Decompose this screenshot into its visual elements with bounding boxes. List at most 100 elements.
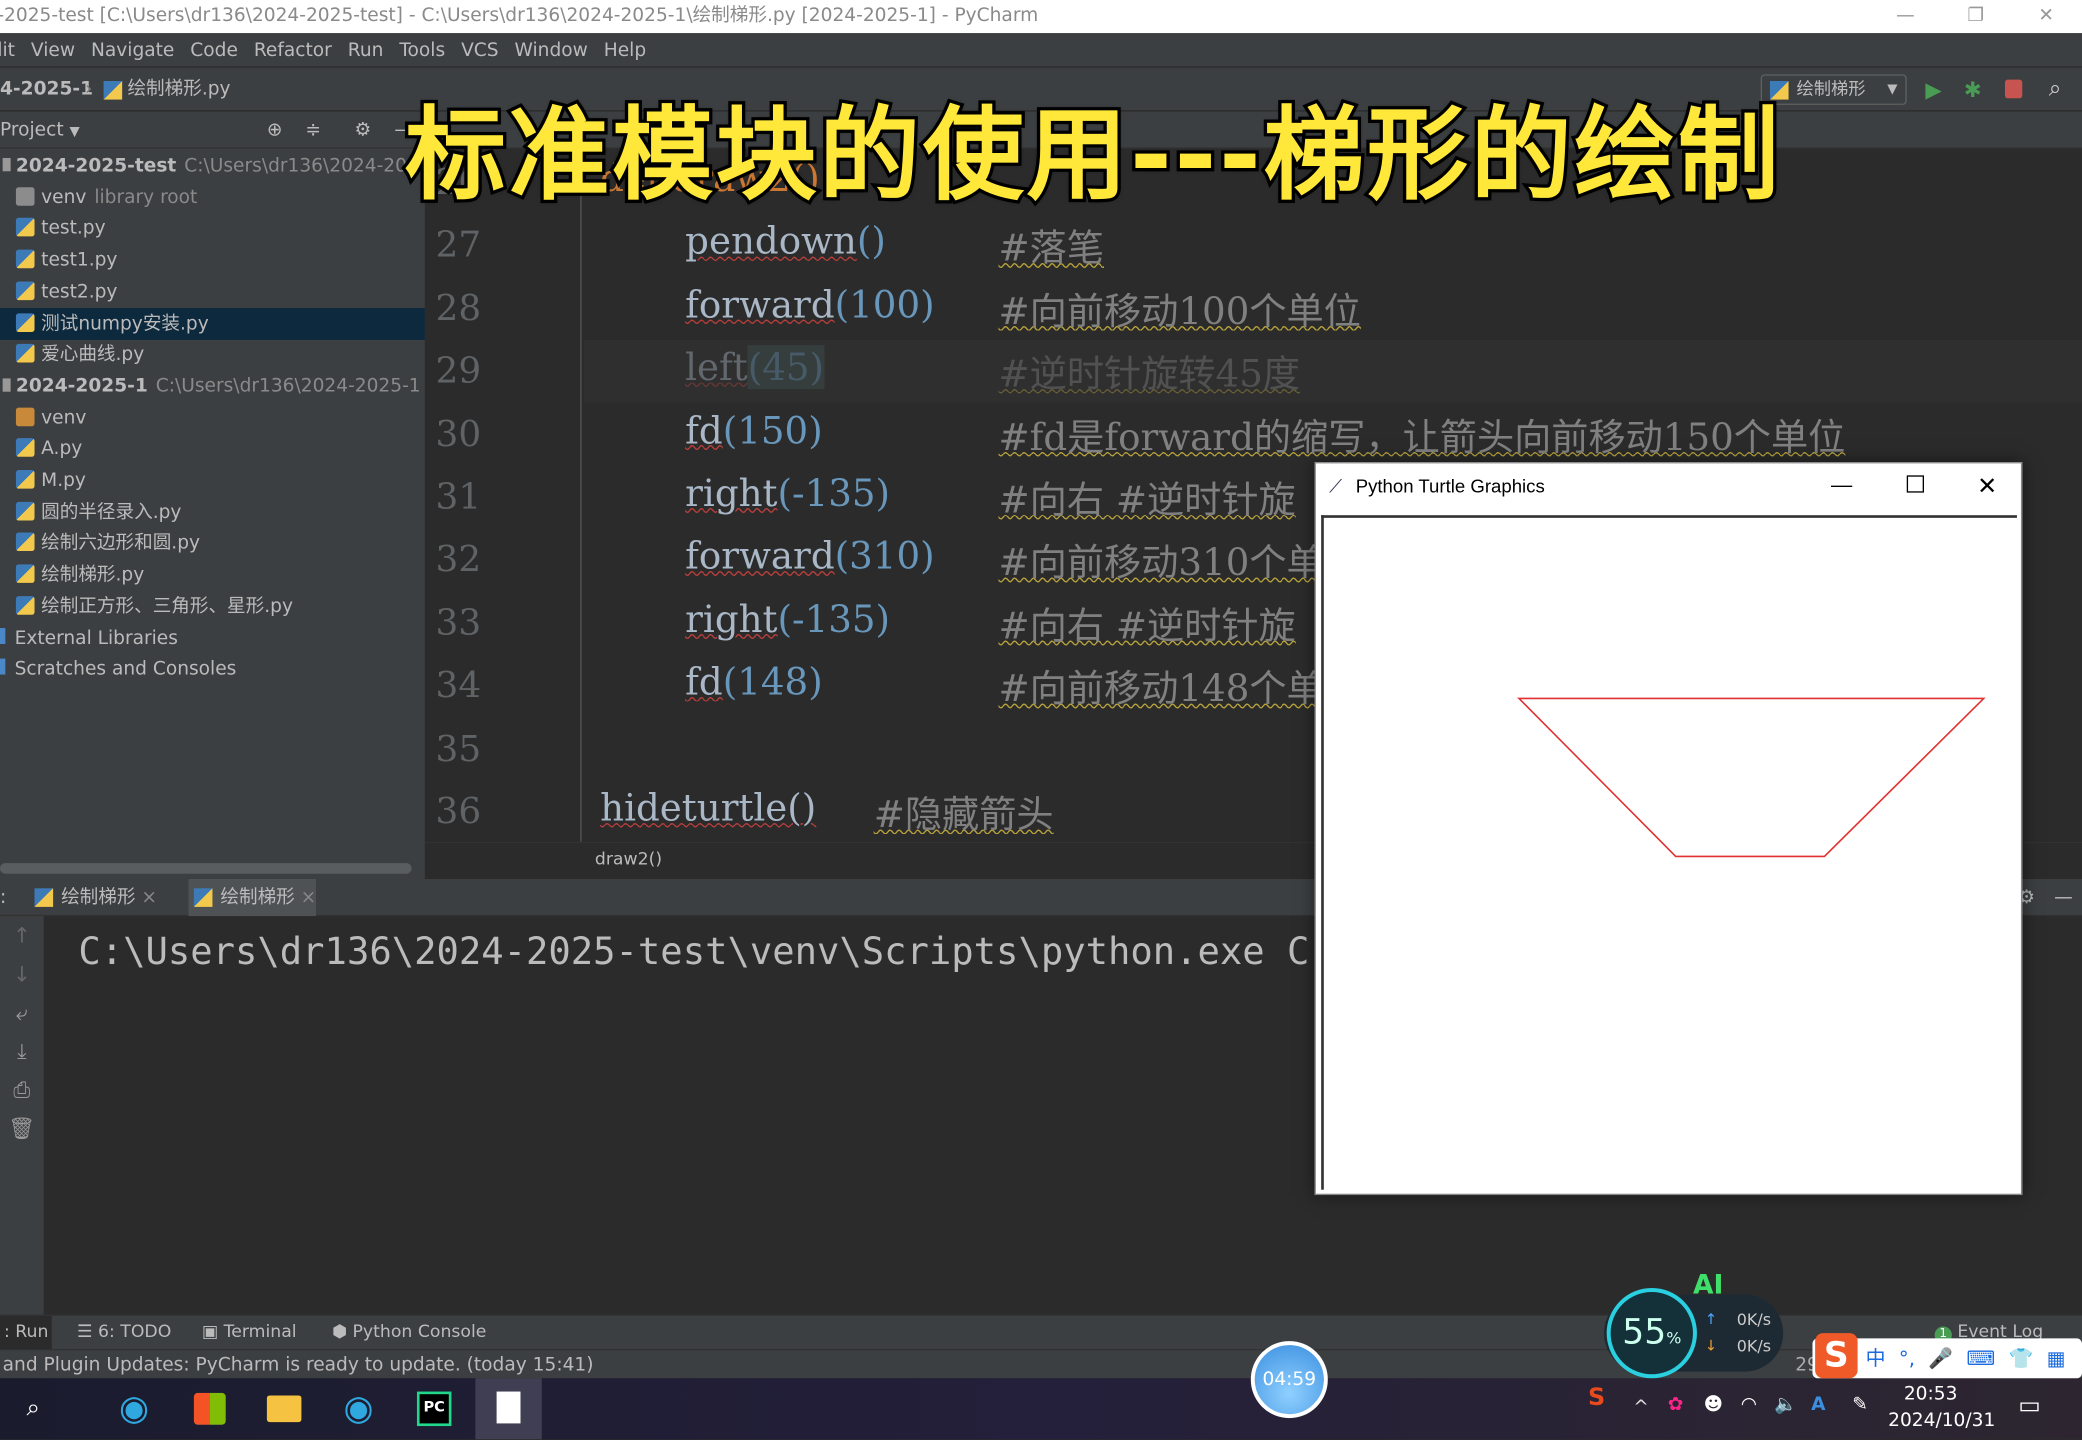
collapse-icon[interactable]: ≑ [305, 112, 321, 149]
timer-bubble[interactable]: 04:59 [1250, 1341, 1328, 1419]
code-line[interactable]: forward(100) [685, 283, 934, 327]
menu-refactor[interactable]: Refactor [254, 40, 332, 61]
ime-button[interactable]: ▦ [2047, 1346, 2066, 1370]
sogou-logo-icon[interactable]: S [1815, 1333, 1858, 1379]
tray-a-icon[interactable]: A [1811, 1394, 1825, 1415]
store-icon[interactable] [187, 1386, 232, 1431]
wifi-icon[interactable]: ◠ [1741, 1394, 1757, 1415]
code-line[interactable]: fd(150) [685, 408, 823, 452]
search-icon[interactable]: ⌕ [2049, 68, 2062, 112]
menu-vcs[interactable]: VCS [461, 40, 499, 61]
ai-badge[interactable]: AI [1693, 1268, 1723, 1300]
search-icon[interactable]: ⌕ [11, 1386, 56, 1431]
debug-icon[interactable]: ✱ [1964, 68, 1982, 112]
notepad-icon[interactable] [475, 1378, 542, 1440]
nav-file[interactable]: 绘制梯形.py [127, 68, 230, 112]
print-icon[interactable]: ⎙ [0, 1070, 44, 1109]
python-console-tool-button[interactable]: ⬢ Python Console [332, 1316, 486, 1351]
menu-run[interactable]: Run [348, 40, 384, 61]
project-view-select[interactable]: Project [0, 120, 64, 141]
pen-icon[interactable]: ✎ [1852, 1394, 1868, 1415]
menu-code[interactable]: Code [190, 40, 238, 61]
project-tree-item[interactable]: 绘制六边形和圆.py [0, 528, 425, 560]
project-tree-item[interactable]: test.py [0, 213, 425, 245]
project-tree-item[interactable]: 爱心曲线.py [0, 339, 425, 371]
clock-date[interactable]: 2024/10/31 [1888, 1410, 1995, 1431]
menu-view[interactable]: View [31, 40, 75, 61]
project-tree-item[interactable]: 圆的半径录入.py [0, 496, 425, 528]
pycharm-icon[interactable]: PC [412, 1386, 457, 1431]
arrow-down-icon[interactable]: ↓ [0, 955, 44, 994]
project-tree-item[interactable]: test2.py [0, 276, 425, 308]
nav-project[interactable]: 4-2025-1 [0, 68, 93, 112]
project-tree-item[interactable]: 测试numpy安装.py [0, 307, 425, 340]
minimize-button[interactable]: — [1831, 463, 1852, 508]
project-tree-item[interactable]: test1.py [0, 244, 425, 276]
project-tree-item[interactable]: venv [0, 402, 425, 434]
menu-tools[interactable]: Tools [399, 40, 445, 61]
project-tree-item[interactable]: 2024-2025-test C:\Users\dr136\2024-2025- [0, 150, 437, 182]
chevron-up-icon[interactable]: ^ [1633, 1397, 1649, 1418]
qq-icon[interactable]: ☻ [1704, 1394, 1723, 1415]
maximize-button[interactable] [1906, 475, 1924, 493]
project-tree-item[interactable]: M.py [0, 465, 425, 497]
turtle-canvas[interactable] [1321, 515, 2017, 1190]
arrow-up-icon[interactable]: ↑ [0, 916, 44, 955]
comment-wrapper: #隐藏箭头 [874, 786, 1054, 839]
project-tree-item[interactable]: 2024-2025-1 C:\Users\dr136\2024-2025-1 [0, 370, 425, 402]
code-line[interactable]: fd(148) [685, 660, 823, 704]
project-tree-item[interactable]: A.py [0, 433, 425, 465]
volume-icon[interactable]: 🔈 [1774, 1394, 1797, 1415]
todo-tool-button[interactable]: ☰ 6: TODO [77, 1316, 171, 1351]
menu-lit[interactable]: lit [0, 40, 15, 61]
locate-icon[interactable]: ⊕ [267, 112, 283, 149]
minimize-button[interactable]: — [1872, 0, 1938, 33]
menu-navigate[interactable]: Navigate [91, 40, 174, 61]
code-line[interactable]: hideturtle() [600, 786, 816, 830]
code-line[interactable]: forward(310) [685, 534, 934, 578]
hide-icon[interactable]: — [2054, 879, 2073, 916]
restore-button[interactable]: ❐ [1943, 0, 2009, 33]
status-message[interactable]: and Plugin Updates: PyCharm is ready to … [3, 1350, 594, 1379]
scroll-to-end-icon[interactable]: ⤓ [0, 1032, 44, 1071]
run-tab[interactable]: 绘制梯形 × [29, 879, 157, 916]
ime-button[interactable]: 🎤 [1928, 1346, 1953, 1370]
run-config-select[interactable]: 绘制梯形 ▼ [1760, 74, 1907, 105]
gear-icon[interactable]: ⚙ [355, 112, 372, 149]
code-line[interactable]: right(-135) [685, 471, 890, 515]
project-tree-item[interactable]: venv library root [0, 181, 425, 213]
code-call: fd [685, 408, 723, 453]
edge-icon[interactable]: ◉ [336, 1386, 381, 1431]
soft-wrap-icon[interactable]: ⤶ [0, 993, 44, 1032]
stop-icon[interactable] [2004, 79, 2023, 99]
file-explorer-icon[interactable] [262, 1386, 307, 1431]
ime-button[interactable]: 中 [1866, 1346, 1886, 1370]
close-button[interactable]: ✕ [1977, 463, 1997, 508]
code-line[interactable]: right(-135) [685, 597, 890, 641]
code-line[interactable]: pendown() [685, 220, 886, 264]
ime-button[interactable]: ⌨ [1966, 1346, 1995, 1370]
cpu-gauge[interactable]: 55% [1606, 1287, 1697, 1379]
project-tree-item[interactable]: 绘制梯形.py [0, 559, 425, 591]
clock-time[interactable]: 20:53 [1891, 1384, 1971, 1405]
run-icon[interactable]: ▶ [1925, 68, 1941, 112]
run-tab-active[interactable]: 绘制梯形 × [188, 879, 317, 917]
project-tree-item[interactable]: 绘制正方形、三角形、星形.py [0, 591, 425, 623]
edge-icon[interactable]: ◉ [112, 1386, 157, 1431]
trash-icon[interactable]: 🗑 [0, 1109, 44, 1148]
menu-help[interactable]: Help [604, 40, 646, 61]
project-tree-item[interactable]: External Libraries [0, 622, 425, 654]
tree-item-label: 圆的半径录入.py [41, 501, 182, 523]
tray-app-icon[interactable]: ✿ [1668, 1394, 1684, 1415]
horizontal-scrollbar[interactable] [0, 863, 412, 874]
run-tool-button[interactable]: : Run [0, 1315, 53, 1351]
notification-icon[interactable]: ▭ [2018, 1392, 2041, 1420]
breadcrumb-item[interactable]: draw2() [595, 850, 662, 870]
close-button[interactable]: ✕ [2013, 0, 2079, 33]
sogou-icon[interactable]: S [1588, 1384, 1605, 1412]
ime-button[interactable]: °, [1899, 1346, 1915, 1370]
menu-window[interactable]: Window [515, 40, 588, 61]
ime-button[interactable]: 👕 [2008, 1346, 2033, 1370]
terminal-tool-button[interactable]: ▣ Terminal [202, 1316, 297, 1351]
project-tree-item[interactable]: Scratches and Consoles [0, 654, 425, 686]
